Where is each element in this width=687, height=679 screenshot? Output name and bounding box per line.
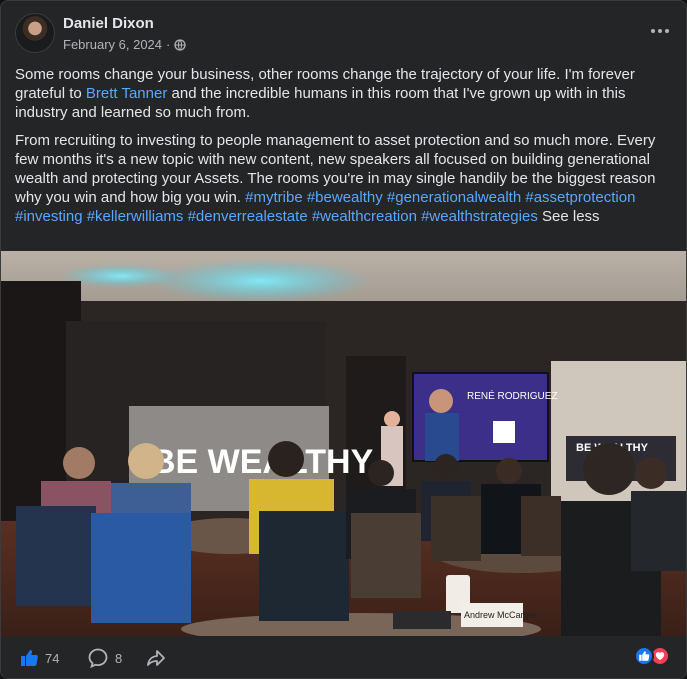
hashtag-link[interactable]: #denverrealestate <box>188 208 308 225</box>
post-meta: February 6, 2024 · <box>63 37 187 52</box>
hashtag-link[interactable]: #assetprotection <box>525 189 635 206</box>
share-button[interactable] <box>145 646 167 670</box>
more-icon[interactable] <box>648 21 672 41</box>
post-header: Daniel Dixon February 6, 2024 · <box>15 13 672 57</box>
reaction-summary[interactable] <box>634 646 670 666</box>
table-tent-text: Andrew McCarger <box>464 610 537 620</box>
meta-separator: · <box>166 37 171 52</box>
post-paragraph-1: Some rooms change your business, other r… <box>15 65 672 123</box>
author-name[interactable]: Daniel Dixon <box>63 15 154 32</box>
mention-link[interactable]: Brett Tanner <box>86 85 167 102</box>
conference-room-photo: BE WEALTHY RENÉ RODRIGUEZ BE WEALTHY <box>1 251 686 636</box>
like-count: 74 <box>45 650 60 666</box>
comment-count: 8 <box>115 650 123 666</box>
hashtag-link[interactable]: #bewealthy <box>307 189 383 206</box>
hashtag-link[interactable]: #investing <box>15 208 83 225</box>
hashtag-link[interactable]: #generationalwealth <box>387 189 521 206</box>
post-paragraph-2: From recruiting to investing to people m… <box>15 131 672 227</box>
share-icon <box>147 650 165 666</box>
post-photo[interactable]: BE WEALTHY RENÉ RODRIGUEZ BE WEALTHY <box>1 251 686 636</box>
post-date[interactable]: February 6, 2024 <box>63 37 162 52</box>
thumbs-up-icon <box>21 650 38 666</box>
globe-icon[interactable] <box>174 38 187 51</box>
see-less-button[interactable]: See less <box>542 208 600 225</box>
like-reaction-icon <box>634 646 654 666</box>
hashtag-link[interactable]: #mytribe <box>245 189 303 206</box>
hashtag-link[interactable]: #kellerwilliams <box>87 208 184 225</box>
post-footer: 74 8 <box>1 636 686 678</box>
post-card: Daniel Dixon February 6, 2024 · Some roo… <box>0 0 687 679</box>
hashtag-link[interactable]: #wealthcreation <box>312 208 417 225</box>
hashtag-link[interactable]: #wealthstrategies <box>421 208 538 225</box>
stage-sign-text: BE WEALTHY <box>151 443 374 481</box>
like-button[interactable]: 74 <box>19 646 59 670</box>
avatar[interactable] <box>15 13 55 53</box>
screen-speaker-name: RENÉ RODRIGUEZ <box>467 389 558 402</box>
comment-button[interactable]: 8 <box>87 646 122 670</box>
comment-icon <box>88 648 108 669</box>
post-text: Some rooms change your business, other r… <box>15 65 672 235</box>
